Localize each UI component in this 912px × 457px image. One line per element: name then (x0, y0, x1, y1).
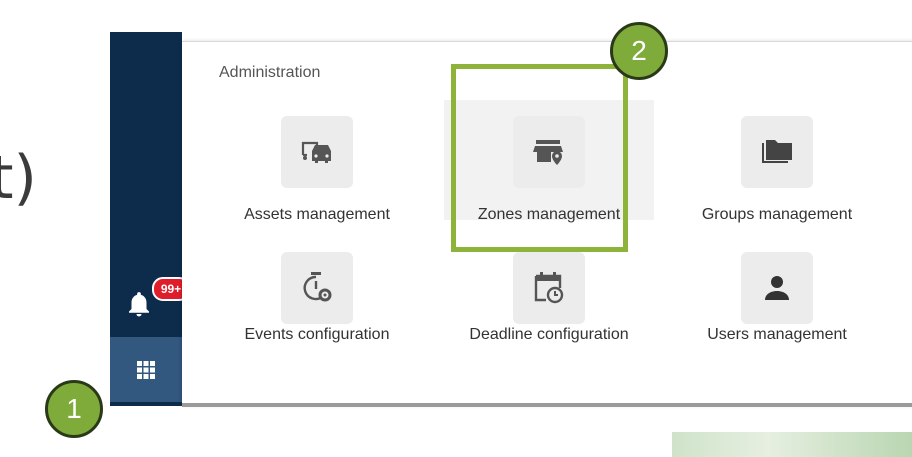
folder-icon (741, 116, 813, 188)
map-preview (672, 432, 912, 457)
menu-item-label: Groups management (701, 206, 853, 223)
car-icon (281, 116, 353, 188)
section-title: Administration (219, 64, 321, 81)
menu-item-groups-management[interactable]: Groups management (672, 100, 882, 223)
annotation-callout-1: 1 (45, 380, 103, 438)
annotation-callout-2: 2 (610, 22, 668, 80)
background-partial-text: t) (0, 143, 37, 213)
menu-item-label: Deadline configuration (469, 326, 629, 343)
annotation-highlight-box (451, 64, 628, 252)
bell-icon (129, 292, 149, 317)
menu-item-events-configuration[interactable]: Events configuration (212, 236, 422, 356)
timer-gear-icon (281, 252, 353, 324)
menu-item-label: Assets management (244, 206, 390, 223)
menu-item-deadline-configuration[interactable]: Deadline configuration (444, 236, 654, 356)
menu-item-users-management[interactable]: Users management (672, 236, 882, 356)
menu-item-assets-management[interactable]: Assets management (212, 100, 422, 223)
menu-item-label: Events configuration (244, 326, 390, 343)
notifications-button[interactable]: 99+ (124, 277, 190, 317)
calendar-clock-icon (513, 252, 585, 324)
grid-icon (137, 360, 155, 379)
sidebar: 99+ (110, 32, 190, 406)
user-icon (741, 252, 813, 324)
panel-bottom-edge (182, 403, 912, 407)
menu-item-label: Users management (707, 326, 847, 343)
apps-menu-button[interactable] (110, 337, 182, 402)
